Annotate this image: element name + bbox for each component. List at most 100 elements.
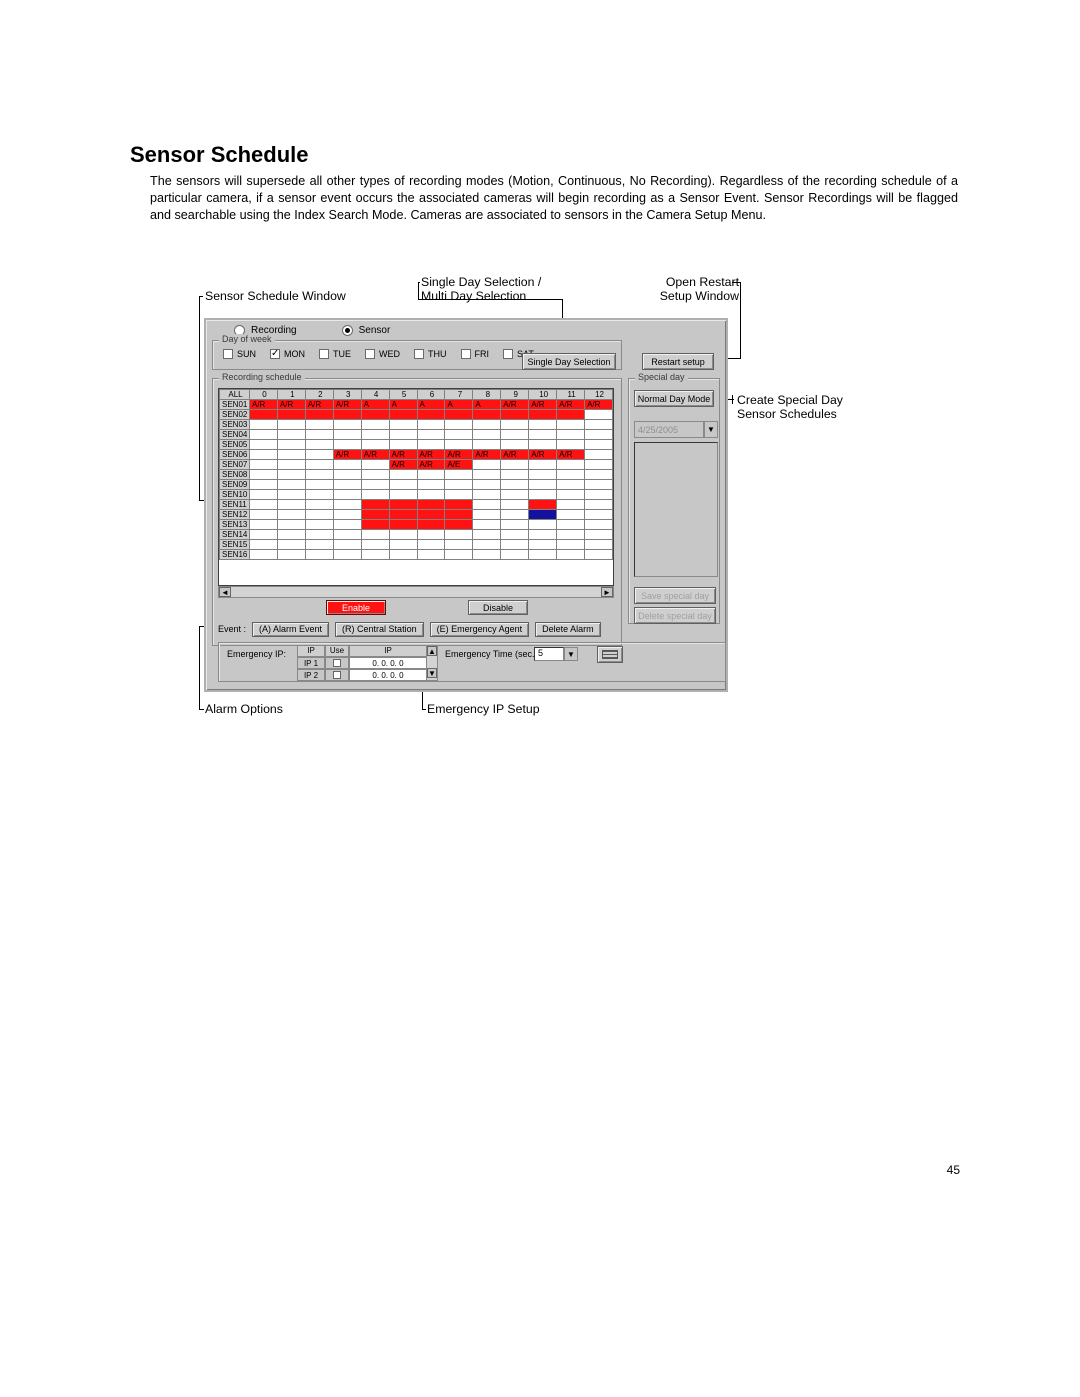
grid-cell[interactable] [361,510,389,520]
grid-cell[interactable] [529,490,557,500]
grid-cell[interactable]: A/R [473,450,501,460]
grid-cell[interactable] [389,430,417,440]
grid-cell[interactable] [305,520,333,530]
grid-cell[interactable] [389,440,417,450]
grid-cell[interactable] [445,470,473,480]
grid-cell[interactable]: A/R [389,450,417,460]
grid-cell[interactable]: A/R [501,450,529,460]
grid-cell[interactable] [417,410,445,420]
grid-cell[interactable] [557,500,585,510]
grid-cell[interactable] [473,510,501,520]
grid-cell[interactable] [361,500,389,510]
grid-cell[interactable] [361,460,389,470]
emergency-time-dropdown-arrow-icon[interactable]: ▼ [564,647,578,661]
grid-cell[interactable] [305,440,333,450]
grid-cell[interactable]: A/R [501,400,529,410]
grid-cell[interactable] [473,480,501,490]
grid-cell[interactable] [333,410,361,420]
grid-cell[interactable] [277,540,305,550]
scroll-right-arrow-icon[interactable]: ► [601,587,613,597]
grid-cell[interactable] [361,480,389,490]
grid-cell[interactable]: A [473,400,501,410]
grid-row-header[interactable]: SEN12 [220,510,250,520]
grid-cell[interactable] [585,540,613,550]
grid-cell[interactable] [557,540,585,550]
grid-cell[interactable] [333,520,361,530]
grid-cell[interactable]: A [361,400,389,410]
grid-cell[interactable] [417,470,445,480]
grid-cell[interactable] [501,550,529,560]
keyboard-icon[interactable] [597,646,623,663]
grid-header-hour[interactable]: 12 [585,390,613,400]
grid-cell[interactable] [305,450,333,460]
grid-cell[interactable] [250,500,278,510]
grid-cell[interactable] [277,420,305,430]
grid-cell[interactable] [473,520,501,530]
grid-cell[interactable] [361,410,389,420]
grid-cell[interactable] [277,470,305,480]
grid-cell[interactable] [417,490,445,500]
grid-header-hour[interactable]: 4 [361,390,389,400]
grid-cell[interactable] [417,480,445,490]
grid-cell[interactable] [585,460,613,470]
grid-cell[interactable]: A/R [250,400,278,410]
grid-cell[interactable] [389,470,417,480]
grid-cell[interactable] [361,440,389,450]
restart-setup-button[interactable]: Restart setup [642,353,714,370]
grid-cell[interactable] [529,440,557,450]
grid-cell[interactable] [473,460,501,470]
grid-cell[interactable] [445,500,473,510]
grid-row-header[interactable]: SEN05 [220,440,250,450]
grid-row-header[interactable]: SEN13 [220,520,250,530]
grid-cell[interactable] [473,470,501,480]
schedule-grid[interactable]: ALL0123456789101112SEN01A/RA/RA/RA/RAAAA… [218,388,614,586]
grid-cell[interactable] [417,510,445,520]
grid-cell[interactable] [250,490,278,500]
grid-cell[interactable] [557,530,585,540]
grid-cell[interactable] [333,540,361,550]
grid-cell[interactable] [557,440,585,450]
grid-header-hour[interactable]: 6 [417,390,445,400]
grid-horizontal-scrollbar[interactable]: ◄ ► [218,586,614,598]
grid-cell[interactable] [305,410,333,420]
eip-use-checkbox[interactable] [325,657,349,669]
grid-cell[interactable] [333,440,361,450]
grid-cell[interactable] [473,420,501,430]
grid-cell[interactable] [585,510,613,520]
grid-cell[interactable] [361,430,389,440]
eip-use-checkbox[interactable] [325,669,349,681]
grid-header-hour[interactable]: 11 [557,390,585,400]
grid-cell[interactable] [389,510,417,520]
grid-cell[interactable] [585,420,613,430]
grid-cell[interactable] [305,550,333,560]
grid-cell[interactable] [250,430,278,440]
grid-cell[interactable] [585,450,613,460]
grid-cell[interactable] [501,500,529,510]
grid-cell[interactable] [333,480,361,490]
grid-row-header[interactable]: SEN16 [220,550,250,560]
grid-cell[interactable] [585,480,613,490]
grid-cell[interactable] [389,530,417,540]
grid-cell[interactable] [389,540,417,550]
grid-cell[interactable] [417,430,445,440]
grid-cell[interactable] [389,410,417,420]
grid-cell[interactable] [333,550,361,560]
grid-cell[interactable] [445,430,473,440]
grid-cell[interactable] [250,480,278,490]
grid-cell[interactable] [417,540,445,550]
grid-header-hour[interactable]: 10 [529,390,557,400]
grid-cell[interactable] [501,530,529,540]
grid-cell[interactable] [333,470,361,480]
emergency-agent-button[interactable]: (E) Emergency Agent [430,622,530,637]
grid-cell[interactable] [277,510,305,520]
grid-cell[interactable] [529,460,557,470]
grid-header-hour[interactable]: 3 [333,390,361,400]
emergency-ip-scrollbar[interactable]: ▲ ▼ [426,645,438,681]
grid-cell[interactable] [277,500,305,510]
grid-cell[interactable] [501,510,529,520]
enable-button[interactable]: Enable [326,600,386,615]
grid-cell[interactable] [445,530,473,540]
grid-cell[interactable] [389,480,417,490]
eip-address-field[interactable]: 0. 0. 0. 0 [349,669,427,681]
grid-cell[interactable] [417,520,445,530]
